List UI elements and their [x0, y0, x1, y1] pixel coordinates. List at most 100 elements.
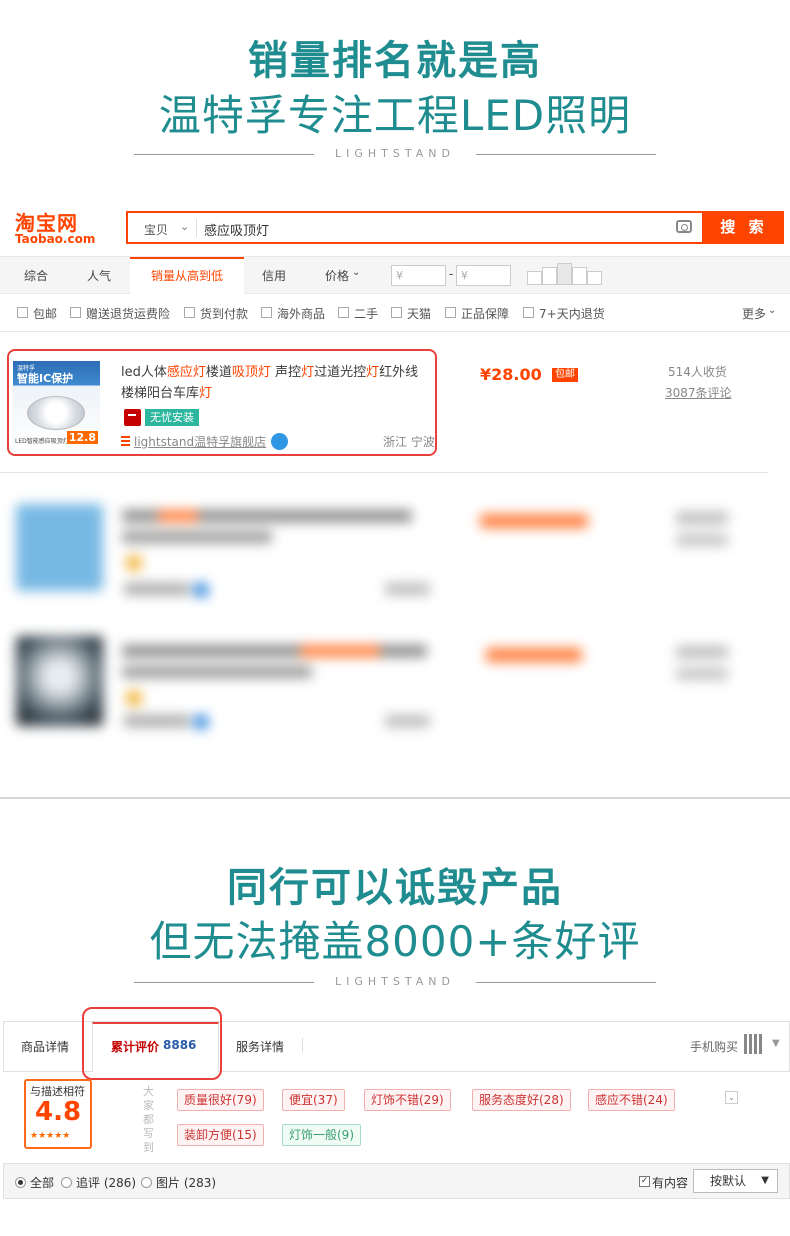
filter-checkbox[interactable] [70, 307, 81, 318]
title-text: 过道光控 [314, 365, 367, 380]
product-location: 浙江 宁波 [383, 435, 435, 449]
blurred-price [486, 648, 582, 662]
expand-icon[interactable]: ⌄ [725, 1091, 738, 1104]
blurred-location [385, 715, 430, 727]
filter-more[interactable]: 更多 [742, 305, 766, 322]
filter-genuine[interactable]: 正品保障 [461, 305, 509, 322]
title-highlight: 灯 [366, 365, 380, 380]
hero-title-2: 同行可以诋毁产品 [227, 865, 563, 911]
tmall-service-icon [124, 409, 141, 426]
filter-free-shipping[interactable]: 包邮 [33, 305, 57, 322]
filter-overseas[interactable]: 海外商品 [277, 305, 325, 322]
review-sort-select[interactable]: 按默认 ▼ [693, 1169, 778, 1193]
review-tag-neutral[interactable]: 灯饰一般(9) [282, 1124, 361, 1146]
review-tag[interactable]: 灯饰不错(29) [364, 1089, 451, 1111]
blurred-title [122, 531, 272, 543]
filter-checkbox[interactable] [338, 307, 349, 318]
filter-checkbox[interactable] [261, 307, 272, 318]
chevron-down-icon: ⌄ [180, 220, 190, 233]
filter-tmall[interactable]: 天猫 [407, 305, 431, 322]
filter-bar: 包邮 赠送退货运费险 货到付款 海外商品 二手 天猫 正品保障 7+天内退货 更… [0, 294, 790, 332]
brand-divider-text: LIGHTSTAND [335, 147, 455, 160]
hero-title: 销量排名就是高 [248, 38, 542, 84]
has-content-label[interactable]: 有内容 [652, 1174, 688, 1191]
filter-checkbox[interactable] [184, 307, 195, 318]
blurred-image [16, 636, 103, 726]
blurred-icon [193, 714, 209, 730]
camera-icon[interactable] [676, 220, 692, 233]
list-separator [0, 472, 768, 473]
sort-comprehensive[interactable]: 综合 [24, 267, 48, 284]
search-box[interactable]: 宝贝 ⌄ 感应吸顶灯 [126, 211, 704, 244]
service-badge: 无忧安装 [145, 409, 199, 426]
radio-pics[interactable] [141, 1177, 152, 1188]
sort-sales[interactable]: 销量从高到低 [130, 257, 244, 294]
blurred-reviews [676, 668, 728, 680]
wangwang-chat-icon[interactable] [271, 433, 288, 450]
lamp-icon [27, 396, 85, 430]
review-tag[interactable]: 服务态度好(28) [472, 1089, 571, 1111]
review-tag[interactable]: 装卸方便(15) [177, 1124, 264, 1146]
title-highlight: 感应灯 [166, 365, 206, 380]
product-price: ¥28.00 [480, 365, 542, 384]
sort-popularity[interactable]: 人气 [87, 267, 111, 284]
review-tag[interactable]: 感应不错(24) [588, 1089, 675, 1111]
review-filter-bar: 全部 追评 (286) 图片 (283) ✓ 有内容 按默认 ▼ [3, 1163, 790, 1199]
price-range-bar-1[interactable] [527, 271, 542, 285]
caret-down-icon: ▼ [772, 1038, 780, 1049]
review-tag[interactable]: 便宜(37) [282, 1089, 345, 1111]
product-image-price: 12.8 [66, 431, 98, 444]
blurred-badge [126, 555, 142, 571]
filter-cod[interactable]: 货到付款 [200, 305, 248, 322]
tab-product-details[interactable]: 商品详情 [21, 1038, 69, 1055]
radio-append[interactable] [61, 1177, 72, 1188]
filter-checkbox[interactable] [391, 307, 402, 318]
filter-append-label[interactable]: 追评 (286) [76, 1174, 136, 1191]
search-input[interactable]: 感应吸顶灯 [204, 220, 269, 239]
score-value: 4.8 [35, 1097, 82, 1127]
filter-pics-label[interactable]: 图片 (283) [156, 1174, 216, 1191]
shop-link[interactable]: lightstand温特孚旗舰店 [134, 433, 266, 450]
filter-all-label[interactable]: 全部 [30, 1174, 54, 1191]
title-text: led人体 [121, 365, 167, 380]
product-image-title: 智能IC保护 [17, 372, 74, 385]
price-min-input[interactable]: ¥ [391, 265, 446, 286]
filter-7day-return[interactable]: 7+天内退货 [539, 305, 605, 322]
product-title[interactable]: led人体感应灯楼道吸顶灯 声控灯过道光控灯红外线楼梯阳台车库灯 [121, 362, 431, 404]
has-content-checkbox[interactable]: ✓ [639, 1176, 650, 1187]
search-divider [196, 219, 197, 237]
hero-subtitle: 温特孚专注工程LED照明 [158, 91, 632, 140]
product-image[interactable]: 温特孚 智能IC保护 LED智能感应吸顶灯 12.8 [13, 361, 100, 448]
sort-credit[interactable]: 信用 [262, 267, 286, 284]
radio-all[interactable] [15, 1177, 26, 1188]
filter-second-hand[interactable]: 二手 [354, 305, 378, 322]
price-range-bar-3[interactable] [557, 263, 572, 285]
sort-price[interactable]: 价格 [325, 267, 349, 284]
search-type-select[interactable]: 宝贝 [144, 221, 168, 238]
highlight-frame [82, 1007, 222, 1080]
title-text: 楼道 [205, 365, 232, 380]
brand-divider-text: LIGHTSTAND [335, 975, 455, 988]
review-count-link[interactable]: 3087条评论 [665, 384, 732, 401]
search-button[interactable]: 搜 索 [704, 211, 784, 244]
tab-service-details[interactable]: 服务详情 [236, 1038, 284, 1055]
filter-return-insurance[interactable]: 赠送退货运费险 [86, 305, 170, 322]
price-range-bar-4[interactable] [572, 267, 587, 285]
mobile-buy-link[interactable]: 手机购买 [690, 1038, 738, 1055]
title-highlight: 灯 [199, 386, 213, 401]
section-separator [0, 797, 790, 799]
price-range-bar-5[interactable] [587, 271, 602, 285]
filter-checkbox[interactable] [523, 307, 534, 318]
qr-code-icon[interactable] [744, 1034, 764, 1054]
filter-checkbox[interactable] [17, 307, 28, 318]
blurred-title [122, 666, 312, 678]
review-tag[interactable]: 质量很好(79) [177, 1089, 264, 1111]
chevron-down-icon: ⌄ [352, 267, 361, 278]
chevron-down-icon: ▼ [761, 1175, 769, 1186]
sales-count: 514人收货 [668, 365, 727, 379]
review-sort-value: 按默认 [710, 1174, 747, 1188]
price-range-bar-2[interactable] [542, 267, 557, 285]
price-max-input[interactable]: ¥ [456, 265, 511, 286]
filter-checkbox[interactable] [445, 307, 456, 318]
blurred-shop [124, 583, 190, 595]
